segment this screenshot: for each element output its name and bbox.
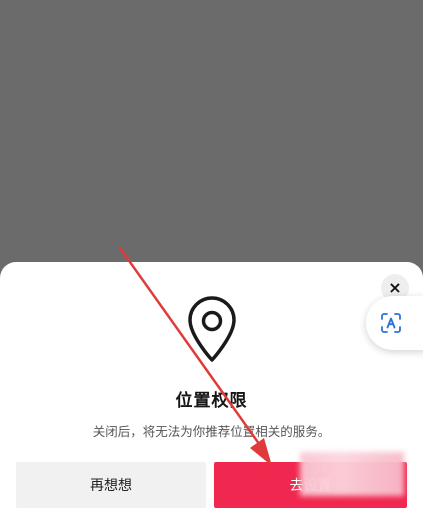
dialog-description: 关闭后，将无法为你推荐位置相关的服务。 bbox=[92, 424, 331, 439]
location-pin-icon bbox=[188, 296, 236, 362]
redaction-blur bbox=[300, 452, 404, 496]
floating-text-recognition-button[interactable] bbox=[366, 296, 423, 350]
cancel-button[interactable]: 再想想 bbox=[16, 462, 206, 508]
close-icon: × bbox=[388, 278, 402, 297]
text-recognition-icon bbox=[381, 313, 401, 333]
dialog-title: 位置权限 bbox=[175, 391, 248, 411]
